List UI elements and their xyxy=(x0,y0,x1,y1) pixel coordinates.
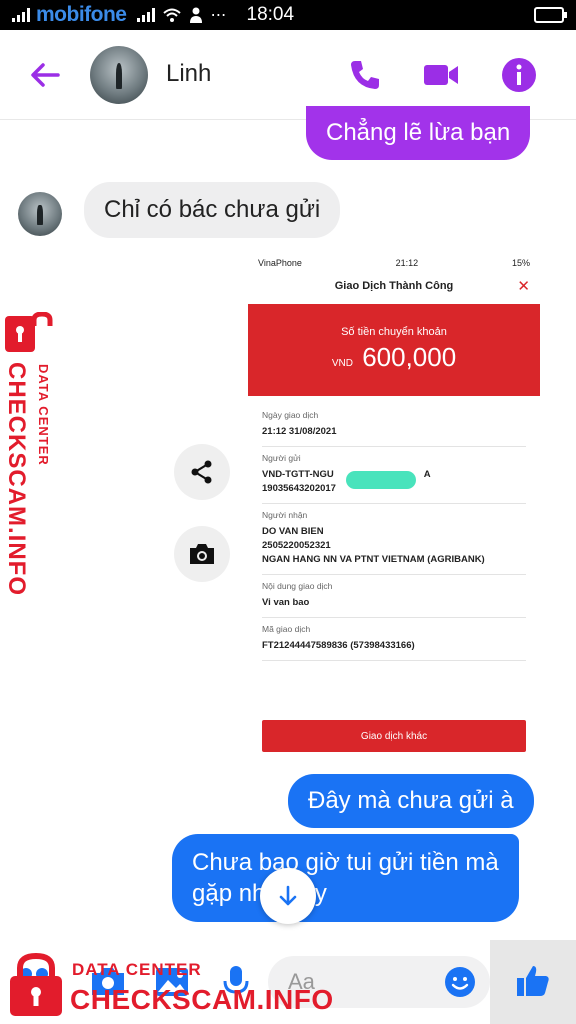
back-arrow-icon[interactable] xyxy=(28,58,62,92)
save-photo-button[interactable] xyxy=(174,526,230,582)
phone-call-icon[interactable] xyxy=(346,56,384,94)
watermark-bottom-site: CHECKSCAM.INFO xyxy=(70,984,334,1015)
message-bubble-sent[interactable]: Đây mà chưa gửi à xyxy=(288,774,534,828)
amount-panel: Số tiền chuyển khoản VND 600,000 xyxy=(248,304,540,396)
receiver-bank: NGAN HANG NN VA PTNT VIETNAM (AGRIBANK) xyxy=(262,554,485,565)
more-dots-icon: ⋯ xyxy=(210,7,227,24)
sender-label: Người gửi xyxy=(262,453,301,463)
receipt-carrier: VinaPhone xyxy=(258,258,302,268)
watermark-side: CHECKSCAM.INFO DATA CENTER xyxy=(2,312,64,596)
receiver-label: Người nhận xyxy=(262,510,308,520)
receipt-battery: 15% xyxy=(511,258,530,268)
status-time: 18:04 xyxy=(246,4,295,25)
close-icon: ✕ xyxy=(517,278,530,295)
receipt-title: Giao Dịch Thành Công ✕ xyxy=(248,278,540,295)
carrier-name: mobifone xyxy=(36,3,127,26)
receiver-name: DO VAN BIEN xyxy=(262,526,324,537)
battery-icon xyxy=(534,7,567,23)
sender-avatar[interactable] xyxy=(18,192,62,236)
date-value: 21:12 31/08/2021 xyxy=(262,426,337,437)
message-bubble-sent[interactable]: Chẳng lẽ lừa bạn xyxy=(306,106,531,160)
redaction-mark xyxy=(346,471,416,489)
contact-avatar[interactable] xyxy=(90,46,148,104)
code-section: Mã giao dịch FT21244447589836 (573984331… xyxy=(262,618,526,661)
thumbs-up-icon[interactable] xyxy=(514,962,552,1000)
code-label: Mã giao dịch xyxy=(262,624,311,634)
content-label: Nội dung giao dịch xyxy=(262,581,333,591)
receipt-title-text: Giao Dịch Thành Công xyxy=(334,280,454,292)
contact-name[interactable]: Linh xyxy=(166,60,211,88)
share-icon xyxy=(191,460,212,484)
watermark-bottom: DATA CENTER CHECKSCAM.INFO xyxy=(0,948,360,1024)
receiver-section: Người nhận DO VAN BIEN 2505220052321 NGA… xyxy=(262,504,526,575)
transaction-receipt-image[interactable]: VinaPhone 21:12 15% Giao Dịch Thành Công… xyxy=(248,254,540,770)
watermark-bottom-label: DATA CENTER xyxy=(72,960,202,979)
emoji-icon[interactable] xyxy=(444,966,476,998)
content-value: Vi van bao xyxy=(262,597,310,608)
scroll-to-bottom-button[interactable] xyxy=(260,868,316,924)
message-line-1: Chưa bao giờ tui gửi tiền mà xyxy=(192,849,499,876)
arrow-down-icon xyxy=(279,885,297,906)
content-section: Nội dung giao dịch Vi van bao xyxy=(262,575,526,618)
watermark-side-site: CHECKSCAM.INFO xyxy=(3,362,30,596)
sender-name-end: A xyxy=(423,469,431,480)
info-icon[interactable] xyxy=(500,56,538,94)
amount-value: VND 600,000 xyxy=(248,342,540,373)
amount-number: 600,000 xyxy=(362,342,457,372)
signal-icon-2 xyxy=(136,8,155,22)
currency-label: VND xyxy=(331,358,353,369)
signal-icon xyxy=(12,8,30,22)
padlock-icon xyxy=(10,952,62,1016)
code-value: FT21244447589836 (57398433166) xyxy=(262,640,415,651)
padlock-icon xyxy=(5,312,53,352)
like-button-area xyxy=(490,940,576,1024)
date-label: Ngày giao dịch xyxy=(262,410,319,420)
amount-label: Số tiền chuyển khoản xyxy=(341,326,447,338)
camera-icon xyxy=(190,544,214,564)
message-bubble-received[interactable]: Chỉ có bác chưa gửi xyxy=(84,182,341,238)
share-button[interactable] xyxy=(174,444,230,500)
message-bubble-sent-multiline[interactable]: Chưa bao giờ tui gửi tiền mà gặp như này xyxy=(172,834,519,922)
video-call-icon[interactable] xyxy=(422,56,460,94)
receipt-status-bar: VinaPhone 21:12 15% xyxy=(248,254,540,272)
person-icon xyxy=(189,7,202,23)
sender-name-start: VND-TGTT-NGU xyxy=(262,469,334,480)
receiver-account: 2505220052321 xyxy=(262,540,331,551)
other-transaction-button: Giao dịch khác xyxy=(262,720,526,752)
status-bar: mobifone ⋯ 18:04 xyxy=(0,0,576,30)
watermark-side-label: DATA CENTER xyxy=(36,364,51,466)
date-section: Ngày giao dịch 21:12 31/08/2021 xyxy=(262,404,526,447)
receipt-time: 21:12 xyxy=(395,258,419,268)
wifi-icon xyxy=(162,8,181,22)
